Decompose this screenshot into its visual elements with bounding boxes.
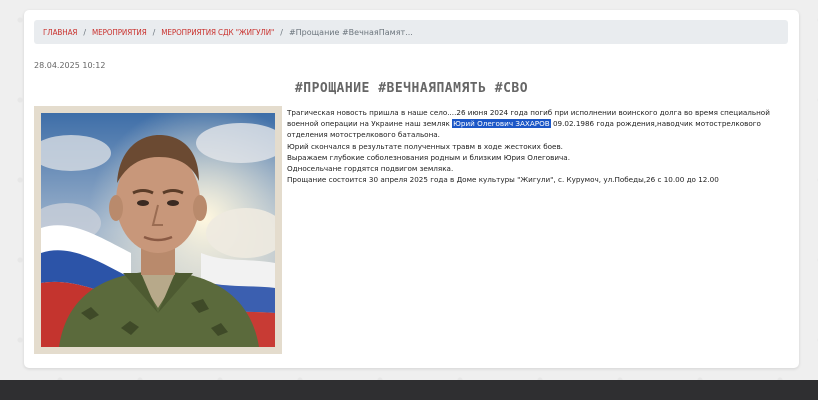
post-paragraph: Прощание состоится 30 апреля 2025 года в…: [287, 175, 719, 185]
breadcrumb-home-link[interactable]: ГЛАВНАЯ: [43, 28, 77, 37]
post-body: Трагическая новость пришла в наше село..…: [287, 107, 789, 185]
post-date: 28.04.2025 10:12: [34, 61, 106, 70]
breadcrumb-separator: /: [83, 27, 87, 37]
post-paragraph: Односельчане гордятся подвигом земляка.: [287, 164, 454, 174]
content-card: ГЛАВНАЯ / МЕРОПРИЯТИЯ / МЕРОПРИЯТИЯ СДК …: [24, 10, 799, 368]
post-paragraph: Трагическая новость пришла в наше село..…: [287, 107, 789, 141]
post-paragraph: Выражаем глубокие соболезнования родным …: [287, 152, 570, 162]
breadcrumb-events-link[interactable]: МЕРОПРИЯТИЯ: [92, 28, 147, 37]
selected-name-highlight[interactable]: Юрий Олегович ЗАХАРОВ: [452, 119, 551, 129]
portrait-image: [41, 113, 275, 347]
breadcrumb-separator: /: [280, 27, 283, 37]
breadcrumb-separator: /: [152, 27, 156, 37]
post-title: #ПРОЩАНИЕ #ВЕЧНАЯПАМЯТЬ #СВО: [294, 80, 529, 96]
breadcrumb-sdk-events-link[interactable]: МЕРОПРИЯТИЯ СДК "ЖИГУЛИ": [161, 28, 274, 37]
site-footer: [0, 380, 818, 400]
breadcrumb-current: #Прощание #ВечнаяПамят...: [288, 27, 413, 37]
post-paragraph: Юрий скончался в результате полученных т…: [287, 141, 563, 151]
breadcrumb: ГЛАВНАЯ / МЕРОПРИЯТИЯ / МЕРОПРИЯТИЯ СДК …: [34, 20, 788, 44]
post-photo: [34, 106, 282, 354]
